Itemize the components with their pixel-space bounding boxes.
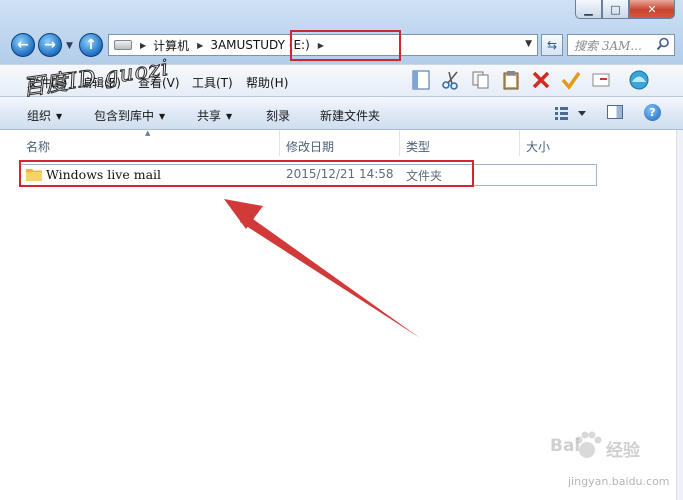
baidu-paw-icon	[575, 431, 602, 458]
baidu-jingyan-text: 经验	[606, 441, 640, 461]
baidu-url-text: jingyan.baidu.com	[568, 475, 670, 488]
